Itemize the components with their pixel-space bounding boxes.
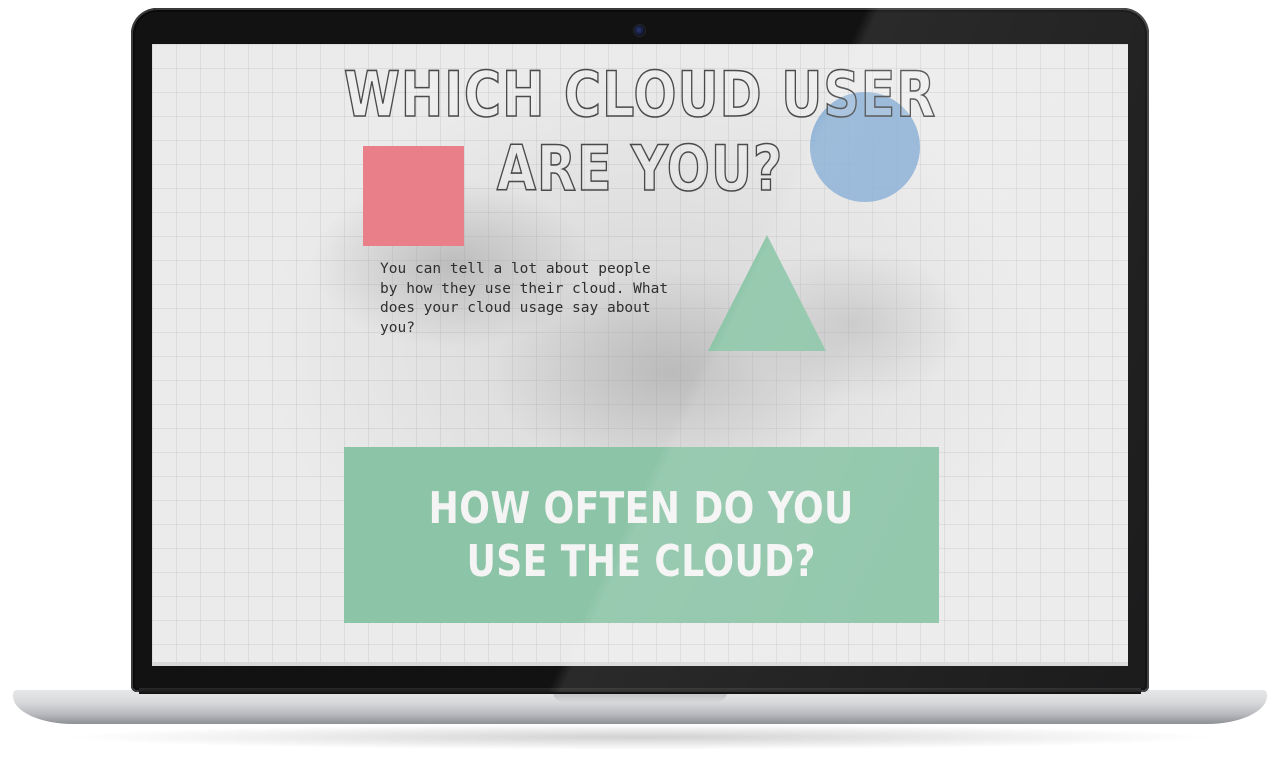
page-title-line-2: ARE YOU? [496,131,784,206]
quiz-question-button[interactable]: HOW OFTEN DO YOU USE THE CLOUD? [344,447,939,623]
webcam-icon [634,25,645,36]
quiz-question-line-2: USE THE CLOUD? [466,536,817,587]
page-title: WHICH CLOUD USER ARE YOU? [240,57,1040,206]
green-triangle-shape [708,235,826,351]
laptop-shadow [60,724,1220,750]
quiz-question-label: HOW OFTEN DO YOU USE THE CLOUD? [429,482,854,588]
intro-text: You can tell a lot about people by how t… [380,261,669,336]
laptop-mockup: WHICH CLOUD USER ARE YOU? You can tell a… [0,0,1280,771]
quiz-question-line-1: HOW OFTEN DO YOU [428,483,855,534]
laptop-hinge [139,688,1141,694]
screen-bottom-strip [152,662,1128,666]
laptop-screen: WHICH CLOUD USER ARE YOU? You can tell a… [152,44,1128,666]
page-title-line-1: WHICH CLOUD USER [343,57,937,132]
